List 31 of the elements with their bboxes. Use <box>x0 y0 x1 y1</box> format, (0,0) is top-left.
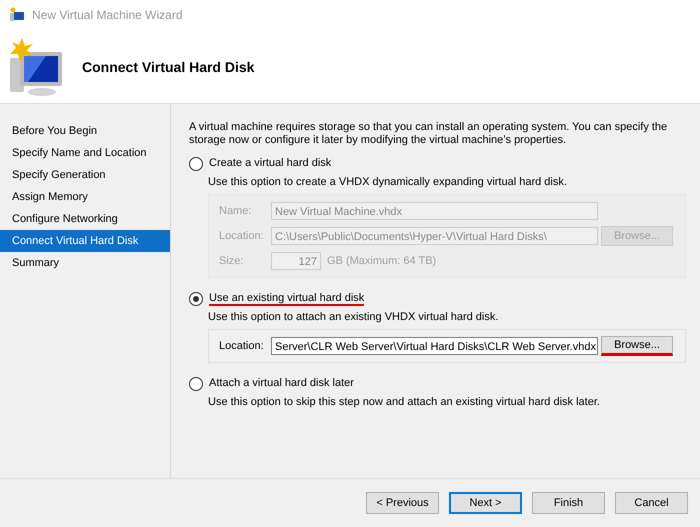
wizard-step[interactable]: Summary <box>0 252 170 274</box>
wizard-step[interactable]: Specify Generation <box>0 164 170 186</box>
option-label[interactable]: Use an existing virtual hard disk <box>209 292 364 306</box>
wizard-button[interactable]: Next > <box>449 492 522 514</box>
wizard-step[interactable]: Connect Virtual Hard Disk <box>0 230 170 252</box>
location-field[interactable]: Server\CLR Web Server\Virtual Hard Disks\CLR Web Server.vhdx <box>271 337 598 355</box>
field-label: Size: <box>219 255 244 267</box>
intro-text: A virtual machine requires storage so that you can install an operating system. You can specify the storage now or configure it later by modifying the virtual machine’s properties. <box>189 121 668 147</box>
radio-button[interactable] <box>189 377 203 391</box>
wizard-button[interactable]: Finish <box>532 492 605 514</box>
radio-button[interactable] <box>189 157 203 171</box>
wizard-step[interactable]: Specify Name and Location <box>0 142 170 164</box>
wizard-step[interactable]: Assign Memory <box>0 186 170 208</box>
field-label: Location: <box>219 230 265 242</box>
radio-button[interactable] <box>189 292 203 306</box>
wizard-button[interactable]: Cancel <box>615 492 688 514</box>
browse-button[interactable]: Browse... <box>601 336 673 356</box>
wizard-button[interactable]: < Previous <box>366 492 439 514</box>
app-icon <box>9 7 25 23</box>
field-label: Location: <box>219 340 265 352</box>
wizard-step[interactable]: Configure Networking <box>0 208 170 230</box>
size-unit-text: GB (Maximum: 64 TB) <box>327 255 436 267</box>
wizard-step[interactable]: Before You Begin <box>0 120 170 142</box>
field-label: Name: <box>219 205 252 217</box>
option-description: Use this option to attach an existing VHDX virtual hard disk. <box>208 311 500 323</box>
option-description: Use this option to skip this step now and attach an existing virtual hard disk later. <box>208 396 601 408</box>
window-title: New Virtual Machine Wizard <box>32 8 182 22</box>
option-description: Use this option to create a VHDX dynamically expanding virtual hard disk. <box>208 176 568 188</box>
option-label[interactable]: Create a virtual hard disk <box>209 157 332 171</box>
option-label[interactable]: Attach a virtual hard disk later <box>209 377 354 391</box>
page-heading: Connect Virtual Hard Disk <box>82 58 254 74</box>
